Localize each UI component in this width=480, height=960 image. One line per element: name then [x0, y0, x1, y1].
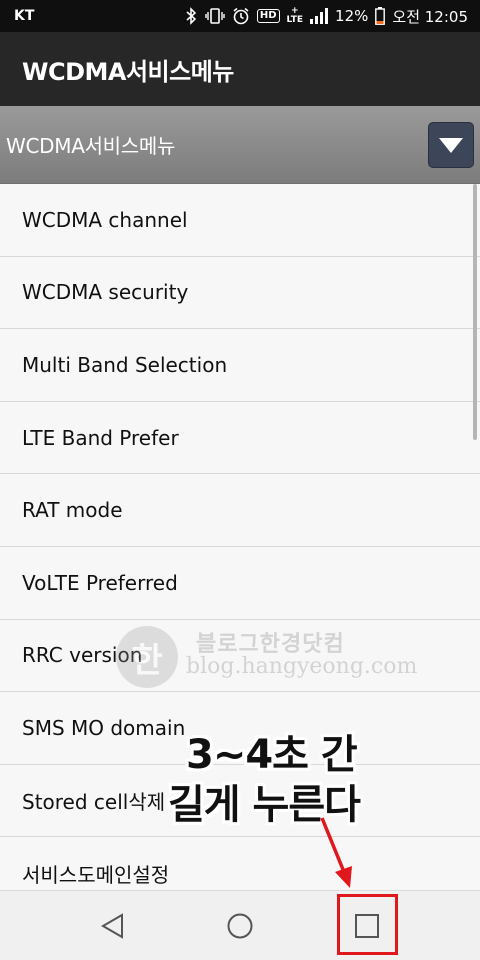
bluetooth-icon — [184, 7, 198, 25]
menu-item-wcdma-security[interactable]: WCDMA security — [0, 257, 480, 330]
menu-item-volte-preferred[interactable]: VoLTE Preferred — [0, 547, 480, 620]
menu-item-multi-band-selection[interactable]: Multi Band Selection — [0, 329, 480, 402]
spinner-dropdown-button[interactable] — [428, 122, 474, 168]
menu-item-rat-mode[interactable]: RAT mode — [0, 474, 480, 547]
lte-icon: + LTE — [287, 7, 304, 25]
app-title: WCDMA서비스메뉴 — [22, 57, 234, 86]
battery-percent: 12% — [335, 7, 369, 25]
back-icon — [101, 913, 123, 939]
signal-icon — [310, 8, 329, 24]
home-icon — [227, 913, 253, 939]
menu-item-service-domain-setting[interactable]: 서비스도메인설정 — [0, 837, 480, 890]
vibrate-icon — [205, 7, 225, 25]
annotation-line-2: 길게 누른다 — [168, 782, 361, 828]
status-icons: HD + LTE 12% 오전 12:05 — [184, 6, 468, 27]
chevron-down-icon — [439, 137, 463, 153]
menu-item-rrc-version[interactable]: RRC version — [0, 620, 480, 693]
menu-item-wcdma-channel[interactable]: WCDMA channel — [0, 184, 480, 257]
list-scrollbar[interactable] — [473, 184, 477, 440]
alarm-icon — [232, 7, 250, 25]
recent-apps-highlight — [337, 894, 398, 955]
app-bar: WCDMA서비스메뉴 — [0, 32, 480, 106]
hd-voice-icon: HD — [256, 9, 280, 23]
menu-spinner[interactable]: WCDMA서비스메뉴 — [0, 106, 480, 184]
carrier-label: KT — [14, 8, 35, 24]
back-button[interactable] — [88, 901, 138, 951]
navigation-bar — [0, 890, 480, 960]
home-button[interactable] — [215, 901, 265, 951]
spinner-selected-label: WCDMA서비스메뉴 — [6, 134, 176, 158]
status-bar: KT HD + LTE 12% 오전 12:05 — [0, 0, 480, 32]
battery-icon — [375, 7, 386, 25]
lte-label: LTE — [286, 15, 304, 25]
menu-item-lte-band-prefer[interactable]: LTE Band Prefer — [0, 402, 480, 475]
clock: 오전 12:05 — [392, 7, 468, 26]
